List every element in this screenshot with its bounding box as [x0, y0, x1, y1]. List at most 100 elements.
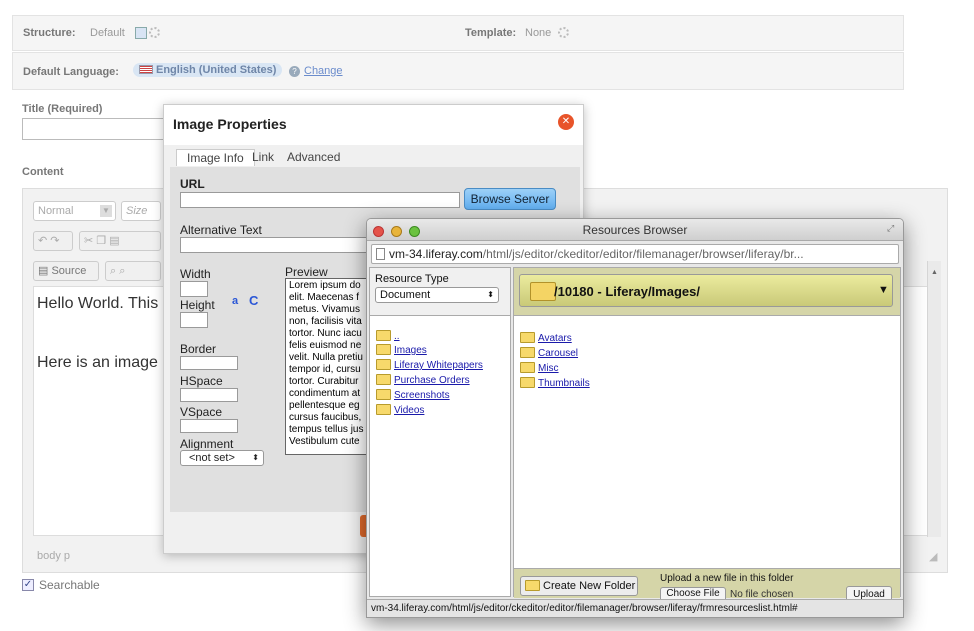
folder-list: Avatars Carousel Misc Thumbnails: [520, 330, 820, 390]
create-folder-label: Create New Folder: [543, 580, 636, 592]
hspace-input[interactable]: [180, 388, 238, 402]
editor-scrollbar[interactable]: ▲: [927, 261, 941, 537]
current-path-text: /10180 - Liferay/Images/: [554, 284, 700, 299]
border-input[interactable]: [180, 356, 238, 370]
template-value: None: [525, 27, 552, 39]
language-value: English (United States): [156, 64, 277, 76]
alignment-select[interactable]: <not set> ⬍: [180, 450, 264, 466]
find-icon[interactable]: ⌕: [110, 265, 116, 277]
tree-item-label: Liferay Whitepapers: [394, 360, 483, 371]
editor-text-line-1: Hello World. This: [37, 295, 159, 312]
tree-item-videos[interactable]: Videos: [376, 402, 510, 417]
dialog-title: Image Properties: [173, 116, 287, 132]
height-input[interactable]: [180, 312, 208, 328]
url-label: URL: [180, 177, 205, 191]
fullscreen-icon[interactable]: ⤢: [887, 223, 894, 234]
redo-icon[interactable]: ↷: [50, 235, 59, 247]
help-icon[interactable]: ?: [289, 66, 300, 77]
tree-item-parent[interactable]: ..: [376, 328, 510, 342]
page-icon: [376, 248, 385, 260]
change-language-link[interactable]: Change: [304, 65, 343, 77]
copy-icon[interactable]: ❐: [96, 235, 106, 247]
resource-type-value: Document: [380, 289, 431, 301]
browse-server-label: Browse Server: [470, 192, 550, 206]
url-input[interactable]: [180, 192, 460, 208]
searchable-checkbox[interactable]: ✓: [22, 579, 34, 591]
folder-item-label: Carousel: [538, 348, 579, 359]
alt-text-label: Alternative Text: [180, 223, 262, 237]
browse-server-button[interactable]: Browse Server: [464, 188, 556, 210]
tab-link[interactable]: Link: [252, 150, 274, 164]
folder-icon: [520, 362, 535, 373]
format-dropdown[interactable]: Normal ▼: [33, 201, 116, 221]
language-pill: English (United States): [133, 63, 283, 77]
alt-text-input[interactable]: [180, 237, 370, 253]
dialog-header[interactable]: Image Properties ✕: [164, 105, 583, 145]
folder-item-misc[interactable]: Misc: [520, 360, 820, 375]
folder-item-label: Misc: [538, 363, 559, 374]
tree-item-label: Videos: [394, 405, 425, 416]
current-path-bar: /10180 - Liferay/Images/ ▼: [514, 268, 900, 316]
tree-item-label: Images: [394, 345, 427, 356]
address-bar[interactable]: vm-34.liferay.com/html/js/editor/ckedito…: [371, 244, 899, 264]
tree-item-liferay-whitepapers[interactable]: Liferay Whitepapers: [376, 357, 510, 372]
vspace-input[interactable]: [180, 419, 238, 433]
undo-icon[interactable]: ↶: [38, 235, 47, 247]
element-path: body p: [37, 550, 71, 562]
edit-structure-icon[interactable]: [135, 27, 147, 39]
lock-ratio-icon[interactable]: a: [232, 295, 238, 307]
tab-image-info[interactable]: Image Info: [176, 149, 255, 166]
clipboard-group: ✂ ❐ ▤: [79, 231, 161, 251]
folder-icon: [520, 377, 535, 388]
width-label: Width: [180, 267, 211, 281]
folder-tree-pane: Resource Type Document ⬍ .. Images Lifera…: [369, 267, 511, 597]
resize-handle-icon[interactable]: ◢: [929, 550, 937, 563]
size-dropdown[interactable]: Size: [121, 201, 161, 221]
tree-item-images[interactable]: Images: [376, 342, 510, 357]
create-new-folder-button[interactable]: Create New Folder: [520, 576, 638, 596]
dialog-tabs: Image Info Link Advanced: [176, 149, 366, 167]
structure-panel: Structure: Default Template: None: [12, 15, 904, 51]
width-input[interactable]: [180, 281, 208, 297]
resource-type-area: Resource Type Document ⬍: [370, 268, 510, 316]
window-titlebar[interactable]: Resources Browser ⤢: [367, 219, 903, 241]
alignment-label: Alignment: [180, 437, 234, 451]
cut-icon[interactable]: ✂: [84, 235, 93, 247]
scroll-up-icon[interactable]: ▲: [931, 269, 938, 276]
source-label: Source: [51, 265, 87, 277]
us-flag-icon: [139, 65, 153, 74]
large-folder-icon: [530, 282, 556, 301]
upload-bar: Create New Folder Upload a new file in t…: [514, 568, 900, 604]
source-button[interactable]: ▤ Source: [33, 261, 99, 281]
folder-icon: [376, 404, 391, 415]
vspace-label: VSpace: [180, 405, 223, 419]
resources-browser-window: Resources Browser ⤢ vm-34.liferay.com/ht…: [366, 218, 904, 618]
reset-size-icon[interactable]: C: [249, 293, 258, 308]
structure-label: Structure:: [23, 27, 76, 39]
tree-item-screenshots[interactable]: Screenshots: [376, 387, 510, 402]
chevron-down-icon[interactable]: ▼: [878, 284, 889, 296]
folder-item-thumbnails[interactable]: Thumbnails: [520, 375, 820, 390]
title-input[interactable]: [22, 118, 172, 140]
tab-advanced[interactable]: Advanced: [287, 150, 340, 164]
close-icon[interactable]: ✕: [558, 114, 574, 130]
size-value: Size: [126, 205, 148, 217]
search-tools-group: ⌕ ⌕: [105, 261, 161, 281]
resource-type-label: Resource Type: [375, 273, 449, 285]
tree-item-purchase-orders[interactable]: Purchase Orders: [376, 372, 510, 387]
template-settings-gear-icon[interactable]: [558, 27, 569, 38]
chevron-down-icon: ▼: [100, 205, 112, 217]
structure-settings-gear-icon[interactable]: [149, 27, 160, 38]
paste-icon[interactable]: ▤: [109, 235, 119, 247]
folder-icon: [525, 580, 540, 591]
content-label: Content: [22, 166, 64, 178]
replace-icon[interactable]: ⌕: [119, 265, 125, 277]
tree-item-label: Screenshots: [394, 390, 450, 401]
current-path-box[interactable]: /10180 - Liferay/Images/ ▼: [519, 274, 893, 307]
source-icon: ▤: [38, 265, 49, 277]
title-label: Title (Required): [22, 103, 103, 115]
folder-item-carousel[interactable]: Carousel: [520, 345, 820, 360]
resource-type-select[interactable]: Document ⬍: [375, 287, 499, 303]
alignment-value: <not set>: [189, 452, 235, 464]
folder-item-avatars[interactable]: Avatars: [520, 330, 820, 345]
